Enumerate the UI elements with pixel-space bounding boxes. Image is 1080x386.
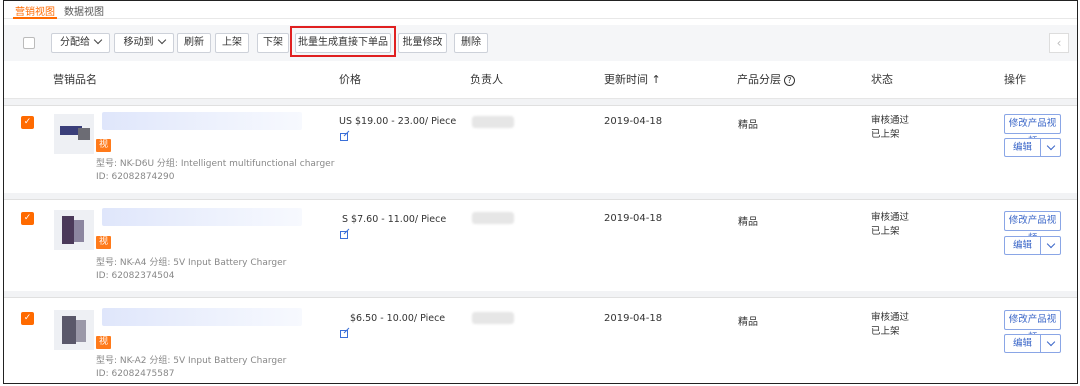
edit-price-icon[interactable] xyxy=(340,231,348,239)
highlight-box xyxy=(290,26,396,57)
sort-arrow-icon: ↑ xyxy=(651,73,661,86)
header-tier-label: 产品分层 xyxy=(737,73,781,86)
updated-date: 2019-04-18 xyxy=(604,213,663,224)
header-tier: 产品分层? xyxy=(737,71,795,87)
product-title-blurred[interactable] xyxy=(102,308,302,326)
product-title-blurred[interactable] xyxy=(102,112,302,130)
review-status: 审核通过 xyxy=(871,115,910,126)
product-thumbnail[interactable] xyxy=(54,310,94,350)
chevron-down-icon[interactable] xyxy=(1046,239,1056,249)
header-actions: 操作 xyxy=(1004,73,1026,86)
move-to-dropdown[interactable]: 移动到 xyxy=(114,33,174,53)
listing-status: 已上架 xyxy=(871,129,900,140)
owner-blurred xyxy=(472,116,514,128)
batch-modify-button[interactable]: 批量修改 xyxy=(398,33,447,53)
row-checkbox[interactable]: ✓ xyxy=(21,116,34,129)
modify-video-button[interactable]: 修改产品视频 xyxy=(1004,211,1061,244)
edit-price-icon[interactable] xyxy=(340,330,348,338)
video-badge: 视 xyxy=(96,336,111,349)
status-cell: 审核通过 已上架 xyxy=(871,114,909,142)
product-title-blurred[interactable] xyxy=(102,208,302,226)
chevron-down-icon xyxy=(93,35,103,45)
product-thumbnail[interactable] xyxy=(54,210,94,250)
product-model: 型号: NK-A2 分组: 5V Input Battery Charger xyxy=(96,356,287,366)
updated-date: 2019-04-18 xyxy=(604,116,663,127)
product-tier: 精品 xyxy=(738,120,758,131)
move-to-label: 移动到 xyxy=(123,37,154,48)
status-cell: 审核通过 已上架 xyxy=(871,211,909,239)
select-all-checkbox[interactable] xyxy=(23,37,35,49)
product-thumbnail[interactable] xyxy=(54,114,94,154)
product-model: 型号: NK-A4 分组: 5V Input Battery Charger xyxy=(96,258,287,268)
header-updated-label: 更新时间 xyxy=(604,73,648,86)
tab-data-view[interactable]: 数据视图 xyxy=(64,3,104,18)
header-price: 价格 xyxy=(339,73,361,86)
product-tier: 精品 xyxy=(738,317,758,328)
publish-button[interactable]: 上架 xyxy=(215,33,249,53)
row-checkbox[interactable]: ✓ xyxy=(21,312,34,325)
edit-button[interactable]: 编辑 xyxy=(1005,139,1041,156)
header-owner: 负责人 xyxy=(470,73,503,86)
header-updated[interactable]: 更新时间 ↑ xyxy=(604,71,661,87)
product-price: $6.50 - 10.00/ Piece xyxy=(350,313,446,324)
row-checkbox[interactable]: ✓ xyxy=(21,212,34,225)
edit-split-button[interactable]: 编辑 xyxy=(1004,138,1061,157)
review-status: 审核通过 xyxy=(871,312,910,323)
product-manager-window: 营销视图 数据视图 分配给 移动到 刷新 上架 下架 批量生成直接下单品 批量修… xyxy=(3,0,1078,384)
updated-date: 2019-04-18 xyxy=(604,313,663,324)
modify-video-button[interactable]: 修改产品视频 xyxy=(1004,114,1061,147)
owner-blurred xyxy=(472,212,514,224)
product-tier: 精品 xyxy=(738,217,758,228)
assign-dropdown[interactable]: 分配给 xyxy=(51,33,110,53)
product-price: US $19.00 - 23.00/ Piece xyxy=(339,116,457,127)
video-badge: 视 xyxy=(96,236,111,249)
video-badge: 视 xyxy=(96,139,111,152)
chevron-down-icon[interactable] xyxy=(1046,141,1056,151)
help-icon[interactable]: ? xyxy=(784,75,795,86)
owner-blurred xyxy=(472,312,514,324)
listing-status: 已上架 xyxy=(871,226,900,237)
table-row: ✓ 视 型号: NK-A2 分组: 5V Input Battery Charg… xyxy=(4,297,1077,383)
product-model: 型号: NK-D6U 分组: Intelligent multifunction… xyxy=(96,159,335,169)
edit-button[interactable]: 编辑 xyxy=(1005,335,1041,352)
prev-page-button[interactable]: ‹ xyxy=(1049,33,1069,53)
table-header: 营销品名 价格 负责人 更新时间 ↑ 产品分层? 状态 操作 xyxy=(4,61,1077,99)
delete-button[interactable]: 删除 xyxy=(454,33,488,53)
product-id: ID: 62082874290 xyxy=(96,172,175,182)
header-status: 状态 xyxy=(871,73,893,86)
batch-toolbar: 分配给 移动到 刷新 上架 下架 批量生成直接下单品 批量修改 删除 ‹ xyxy=(4,25,1077,61)
unpublish-button[interactable]: 下架 xyxy=(257,33,289,53)
assign-label: 分配给 xyxy=(60,37,90,48)
product-id: ID: 62082374504 xyxy=(96,271,175,281)
edit-split-button[interactable]: 编辑 xyxy=(1004,334,1061,353)
product-price: S $7.60 - 11.00/ Piece xyxy=(342,214,447,225)
header-product-name: 营销品名 xyxy=(53,73,97,86)
view-tabs: 营销视图 数据视图 xyxy=(4,1,1077,19)
edit-split-button[interactable]: 编辑 xyxy=(1004,236,1061,255)
status-cell: 审核通过 已上架 xyxy=(871,311,909,339)
modify-video-button[interactable]: 修改产品视频 xyxy=(1004,310,1061,343)
table-row: ✓ 视 型号: NK-A4 分组: 5V Input Battery Charg… xyxy=(4,199,1077,287)
chevron-down-icon xyxy=(157,35,166,45)
chevron-down-icon[interactable] xyxy=(1046,337,1056,347)
review-status: 审核通过 xyxy=(871,212,910,223)
product-id: ID: 62082475587 xyxy=(96,369,175,379)
edit-price-icon[interactable] xyxy=(340,133,348,141)
edit-button[interactable]: 编辑 xyxy=(1005,237,1041,254)
table-row: ✓ 视 型号: NK-D6U 分组: Intelligent multifunc… xyxy=(4,105,1077,193)
listing-status: 已上架 xyxy=(871,326,900,337)
refresh-button[interactable]: 刷新 xyxy=(177,33,211,53)
tab-marketing-view[interactable]: 营销视图 xyxy=(13,3,57,19)
